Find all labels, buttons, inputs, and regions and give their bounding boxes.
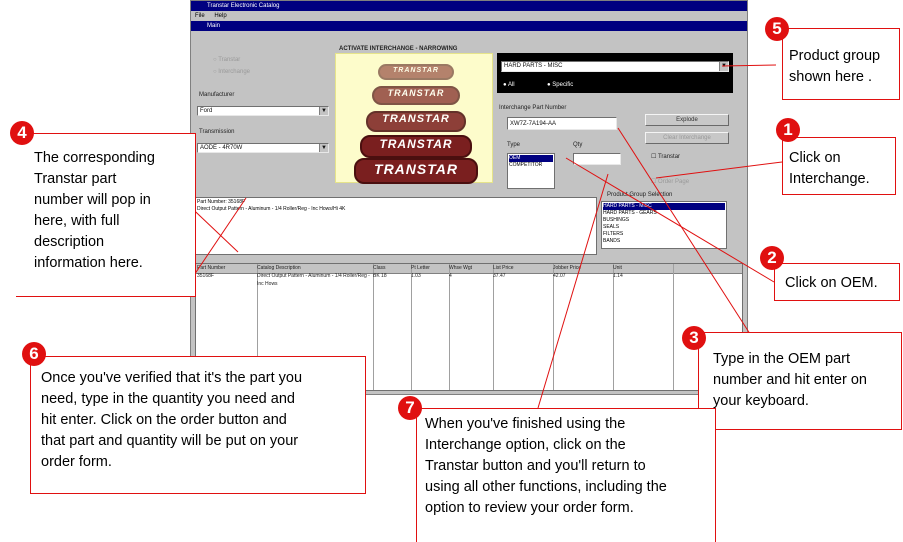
callout-6: Once you've verified that it's the part … — [30, 356, 366, 494]
callout-badge: 2 — [760, 246, 784, 270]
callout-1: Click on Interchange. — [782, 137, 896, 195]
callout-line-1 — [655, 161, 783, 179]
callout-3: Type in the OEM part number and hit ente… — [698, 332, 902, 430]
callout-badge: 6 — [22, 342, 46, 366]
callout-badge: 5 — [765, 17, 789, 41]
callout-5: Product group shown here . — [782, 28, 900, 100]
callout-4: The corresponding Transtar part number w… — [16, 133, 196, 297]
callout-badge: 1 — [776, 118, 800, 142]
callout-text: The corresponding Transtar part number w… — [34, 150, 155, 271]
callout-badge: 4 — [10, 121, 34, 145]
callout-line-5 — [721, 64, 777, 67]
callout-text: When you've finished using the Interchan… — [425, 416, 667, 516]
callout-line-7 — [537, 173, 609, 409]
callout-text: Product group shown here . — [789, 48, 881, 85]
callout-text: Click on Interchange. — [789, 150, 870, 187]
callout-line-3 — [617, 127, 753, 338]
callout-text: Once you've verified that it's the part … — [41, 370, 303, 470]
callout-badge: 3 — [682, 326, 706, 350]
callout-2: Click on OEM. — [774, 263, 900, 301]
callout-badge: 7 — [398, 396, 422, 420]
callout-7: When you've finished using the Interchan… — [416, 408, 716, 542]
callout-text: Click on OEM. — [785, 275, 878, 291]
callout-text: Type in the OEM part number and hit ente… — [713, 351, 867, 409]
